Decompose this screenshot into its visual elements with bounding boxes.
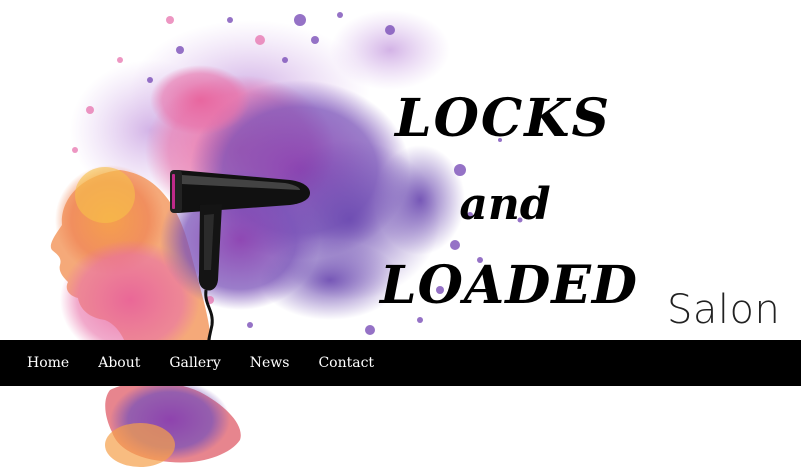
- brand-title-loaded: LOADED: [380, 255, 639, 316]
- header-logo-artwork: [50, 10, 523, 467]
- brand-subtitle-salon: Salon: [667, 287, 781, 333]
- nav-home-link[interactable]: Home: [27, 340, 69, 386]
- nav-news-link[interactable]: News: [250, 340, 290, 386]
- main-navbar: Home About Gallery News Contact: [0, 340, 801, 386]
- nav-gallery-link[interactable]: Gallery: [169, 340, 220, 386]
- brand-title-and: and: [459, 179, 551, 230]
- nav-about-link[interactable]: About: [98, 340, 140, 386]
- brand-title-locks: LOCKS: [395, 88, 611, 149]
- nav-contact-link[interactable]: Contact: [318, 340, 374, 386]
- nav-list: Home About Gallery News Contact: [0, 340, 801, 386]
